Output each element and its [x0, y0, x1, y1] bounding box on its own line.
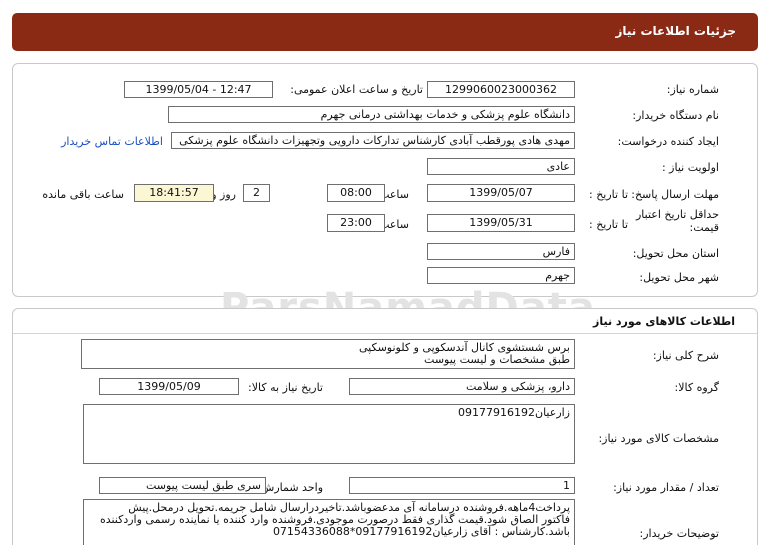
province-field: فارس — [427, 243, 575, 260]
goods-spec-field: زارعیان09177916192 — [83, 404, 575, 464]
validity-label: حداقل تاریخ اعتبار — [635, 208, 719, 221]
page-title: جزئیات اطلاعات نیاز — [615, 24, 736, 38]
validity-label-2: قیمت: — [689, 221, 719, 234]
remaining-time-label: ساعت باقی مانده — [42, 188, 124, 201]
general-desc-field: برس شستشوی کانال آندسکوپی و کلونوسکپی طب… — [81, 339, 575, 369]
deadline-label: مهلت ارسال پاسخ: — [631, 188, 719, 201]
announce-date-label: تاریخ و ساعت اعلان عمومی: — [290, 83, 423, 96]
city-label: شهر محل تحویل: — [639, 271, 719, 284]
general-desc-line: طبق مشخصات و لیست پیوست — [424, 353, 570, 366]
need-info-panel: شماره نیاز: 1299060023000362 تاریخ و ساع… — [12, 63, 758, 297]
validity-time-field: 23:00 — [327, 214, 385, 232]
province-label: استان محل تحویل: — [632, 247, 719, 260]
goods-panel: اطلاعات کالاهای مورد نیاز شرح کلی نیاز: … — [12, 308, 758, 545]
section-divider — [13, 333, 757, 334]
goods-section-title: اطلاعات کالاهای مورد نیاز — [593, 315, 735, 328]
page-header: جزئیات اطلاعات نیاز — [12, 13, 758, 51]
qty-field: 1 — [349, 477, 575, 494]
validity-date-field: 1399/05/31 — [427, 214, 575, 232]
buyer-notes-line: باشد.کارشناس : آقای زارعیان09177916192*0… — [272, 525, 570, 538]
need-date-label: تاریخ نیاز به کالا: — [248, 381, 323, 394]
requester-label: ایجاد کننده درخواست: — [617, 135, 719, 148]
remaining-days-field: 2 — [243, 184, 270, 202]
days-label: روز و — [211, 188, 236, 201]
priority-field: عادی — [427, 158, 575, 175]
goods-group-field: دارو، پزشکی و سلامت — [349, 378, 575, 395]
buyer-notes-field: پرداخت4ماهه.فروشنده درسامانه آی مدعضوباش… — [83, 499, 575, 545]
deadline-date-field: 1399/05/07 — [427, 184, 575, 202]
priority-label: اولویت نیاز : — [661, 161, 719, 174]
buyer-contact-link[interactable]: اطلاعات تماس خریدار — [61, 135, 163, 148]
goods-spec-label: مشخصات کالای مورد نیاز: — [598, 432, 719, 445]
buyer-notes-label: توضیحات خریدار: — [639, 527, 720, 540]
goods-spec-line: زارعیان09177916192 — [458, 406, 570, 419]
goods-group-label: گروه کالا: — [674, 381, 719, 394]
city-field: جهرم — [427, 267, 575, 284]
need-number-field: 1299060023000362 — [427, 81, 575, 98]
announce-date-field: 1399/05/04 - 12:47 — [124, 81, 273, 98]
requester-field: مهدی هادی پورقطب آبادی کارشناس تدارکات د… — [171, 132, 575, 149]
unit-field: سری طبق لیست پیوست — [99, 477, 266, 494]
deadline-to-date-label: تا تاریخ : — [589, 188, 628, 201]
general-desc-label: شرح کلی نیاز: — [652, 349, 719, 362]
deadline-time-field: 08:00 — [327, 184, 385, 202]
unit-label: واحد شمارش: — [257, 481, 323, 494]
buyer-org-label: نام دستگاه خریدار: — [632, 109, 719, 122]
buyer-org-field: دانشگاه علوم پزشکی و خدمات بهداشتی درمان… — [168, 106, 575, 123]
qty-label: تعداد / مقدار مورد نیاز: — [613, 481, 719, 494]
remaining-time-field: 18:41:57 — [134, 184, 214, 202]
need-date-field: 1399/05/09 — [99, 378, 239, 395]
validity-to-date-label: تا تاریخ : — [589, 218, 628, 231]
need-number-label: شماره نیاز: — [666, 83, 719, 96]
